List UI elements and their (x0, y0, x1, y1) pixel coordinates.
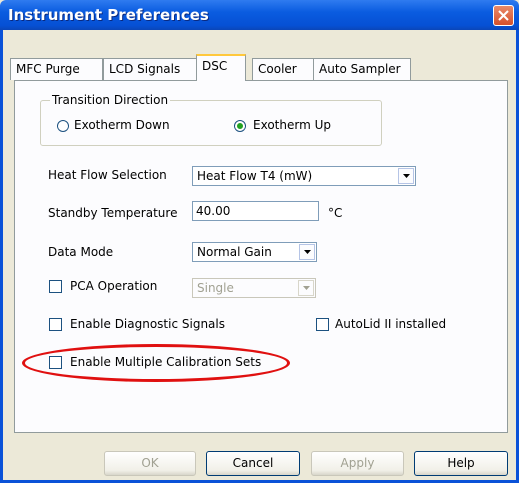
heat-flow-label: Heat Flow Selection (48, 168, 167, 182)
standby-temperature-unit: °C (328, 206, 343, 220)
apply-button[interactable]: Apply (311, 451, 404, 476)
annotation-highlight-ellipse (22, 344, 290, 382)
autolid-checkbox[interactable] (316, 318, 329, 331)
exotherm-down-label: Exotherm Down (74, 118, 170, 132)
tab-lcd-signals[interactable]: LCD Signals (103, 58, 197, 80)
pca-operation-value: Single (197, 281, 234, 295)
standby-temperature-input[interactable]: 40.00 (192, 201, 319, 221)
close-icon (498, 10, 509, 21)
chevron-down-icon (304, 250, 311, 254)
close-button[interactable] (493, 5, 514, 26)
chevron-down-icon (303, 286, 310, 290)
tab-auto-sampler[interactable]: Auto Sampler (313, 58, 411, 80)
pca-operation-label: PCA Operation (70, 279, 158, 293)
radio-exotherm-up[interactable] (234, 120, 246, 132)
data-mode-select[interactable]: Normal Gain (192, 242, 317, 262)
title-bar[interactable]: Instrument Preferences (0, 0, 519, 30)
heat-flow-select[interactable]: Heat Flow T4 (mW) (192, 166, 416, 186)
pca-operation-checkbox[interactable] (49, 280, 62, 293)
diagnostic-signals-label: Enable Diagnostic Signals (70, 317, 225, 331)
transition-direction-legend: Transition Direction (50, 93, 171, 107)
diagnostic-signals-checkbox[interactable] (49, 318, 62, 331)
pca-operation-select: Single (192, 278, 316, 298)
window-title: Instrument Preferences (8, 6, 209, 24)
ok-button[interactable]: OK (104, 451, 196, 476)
help-button[interactable]: Help (414, 451, 508, 476)
cancel-button[interactable]: Cancel (206, 451, 300, 476)
tab-mfc-purge[interactable]: MFC Purge (10, 58, 103, 80)
pca-dropdown-button (298, 280, 314, 296)
chevron-down-icon (403, 174, 410, 178)
heat-flow-value: Heat Flow T4 (mW) (197, 169, 313, 183)
tab-dsc[interactable]: DSC (196, 54, 246, 81)
dialog-window: Instrument Preferences MFC Purge LCD Sig… (0, 0, 519, 483)
exotherm-up-label: Exotherm Up (253, 118, 331, 132)
heat-flow-dropdown-button[interactable] (398, 168, 414, 184)
tab-cooler[interactable]: Cooler (252, 58, 314, 80)
data-mode-dropdown-button[interactable] (299, 244, 315, 260)
data-mode-label: Data Mode (48, 245, 114, 259)
autolid-label: AutoLid II installed (335, 317, 447, 331)
data-mode-value: Normal Gain (197, 245, 272, 259)
radio-selected-dot (237, 123, 243, 129)
frame-left (0, 30, 3, 483)
radio-exotherm-down[interactable] (57, 120, 69, 132)
standby-temperature-label: Standby Temperature (48, 206, 178, 220)
